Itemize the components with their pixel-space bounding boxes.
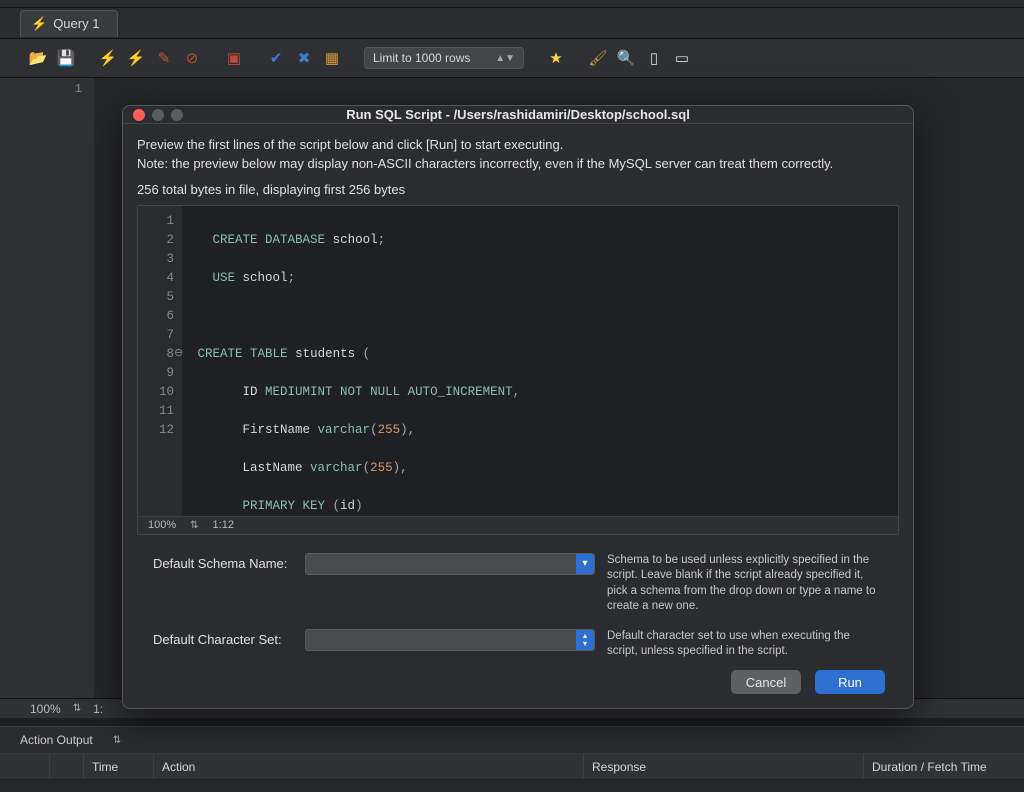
autocommit-on-icon[interactable]: ✔ [266,48,286,68]
bg-editor-gutter: 1 [0,78,94,698]
script-preview: 1 2 3 4 5 6 7 8 9 10 11 12 CREATE DATABA… [137,205,899,535]
bolt-icon: ⚡ [31,16,47,32]
chevron-down-icon: ▾ [576,554,594,574]
execute-current-icon[interactable]: ⚡ [126,48,146,68]
toggle-icon[interactable]: ▦ [322,48,342,68]
output-dropdown[interactable]: Action Output [20,733,93,747]
preview-line1: Preview the first lines of the script be… [137,136,899,155]
output-columns: Time Action Response Duration / Fetch Ti… [0,754,1024,780]
col-num[interactable] [50,754,84,779]
row-limit-select[interactable]: Limit to 1000 rows ▲▼ [364,47,524,69]
schema-label: Default Schema Name: [153,553,293,571]
chevron-updown-icon[interactable]: ⇅ [73,703,81,714]
chevron-updown-icon[interactable]: ⇅ [190,520,198,531]
open-file-icon[interactable]: 📂 [28,48,48,68]
sql-toolbar: 📂 💾 ⚡ ⚡ ✎ ⊘ ▣ ✔ ✖ ▦ Limit to 1000 rows ▲… [0,38,1024,78]
cancel-button[interactable]: Cancel [731,670,801,694]
panel2-icon[interactable]: ▭ [672,48,692,68]
brush-icon[interactable]: 🖌 [588,48,608,68]
output-body [0,780,1024,792]
col-blank[interactable] [0,754,50,779]
col-response[interactable]: Response [584,754,864,779]
bg-pos: 1: [93,702,103,716]
byte-line: 256 total bytes in file, displaying firs… [137,182,899,197]
options-form: Default Schema Name: ▾ Schema to be used… [137,553,899,660]
bg-zoom: 100% [30,702,61,716]
panel1-icon[interactable]: ▯ [644,48,664,68]
execute-icon[interactable]: ⚡ [98,48,118,68]
row-limit-label: Limit to 1000 rows [373,51,470,65]
dialog-title: Run SQL Script - /Users/rashidamiri/Desk… [346,107,690,122]
minimize-icon[interactable] [152,109,164,121]
col-duration[interactable]: Duration / Fetch Time [864,754,1024,779]
fold-icon[interactable]: ⊖ [174,345,183,364]
output-panel-header: Action Output ⇅ [0,726,1024,754]
code-statusbar: 100% ⇅ 1:12 [138,516,898,534]
query-tabbar: ⚡ Query 1 [0,8,1024,38]
dialog-titlebar[interactable]: Run SQL Script - /Users/rashidamiri/Desk… [123,106,913,124]
commit-icon[interactable]: ▣ [224,48,244,68]
stop-icon[interactable]: ⊘ [182,48,202,68]
schema-select[interactable]: ▾ [305,553,595,575]
preview-line2: Note: the preview below may display non-… [137,155,899,174]
query-tab-1[interactable]: ⚡ Query 1 [20,10,118,37]
code-pos: 1:12 [213,519,234,531]
top-spacer [0,0,1024,8]
col-time[interactable]: Time [84,754,154,779]
bg-line-1: 1 [0,82,82,96]
code-body[interactable]: CREATE DATABASE school; USE school; ⊖ CR… [182,206,898,516]
schema-hint: Schema to be used unless explicitly spec… [607,553,883,615]
col-action[interactable]: Action [154,754,584,779]
preview-text: Preview the first lines of the script be… [137,136,899,174]
star-icon[interactable]: ★ [546,48,566,68]
charset-label: Default Character Set: [153,629,293,647]
explain-icon[interactable]: ✎ [154,48,174,68]
run-button[interactable]: Run [815,670,885,694]
charset-hint: Default character set to use when execut… [607,629,883,660]
chevron-updown-icon[interactable]: ⇅ [113,735,121,746]
run-script-dialog: Run SQL Script - /Users/rashidamiri/Desk… [122,105,914,709]
dialog-buttons: Cancel Run [137,660,899,694]
chevron-updown-icon: ▴▾ [576,630,594,650]
save-file-icon[interactable]: 💾 [56,48,76,68]
close-icon[interactable] [133,109,145,121]
code-zoom: 100% [148,519,176,531]
search-icon[interactable]: 🔍 [616,48,636,68]
autocommit-off-icon[interactable]: ✖ [294,48,314,68]
charset-select[interactable]: ▴▾ [305,629,595,651]
query-tab-label: Query 1 [53,16,99,31]
maximize-icon[interactable] [171,109,183,121]
chevron-updown-icon: ▲▼ [495,53,515,64]
